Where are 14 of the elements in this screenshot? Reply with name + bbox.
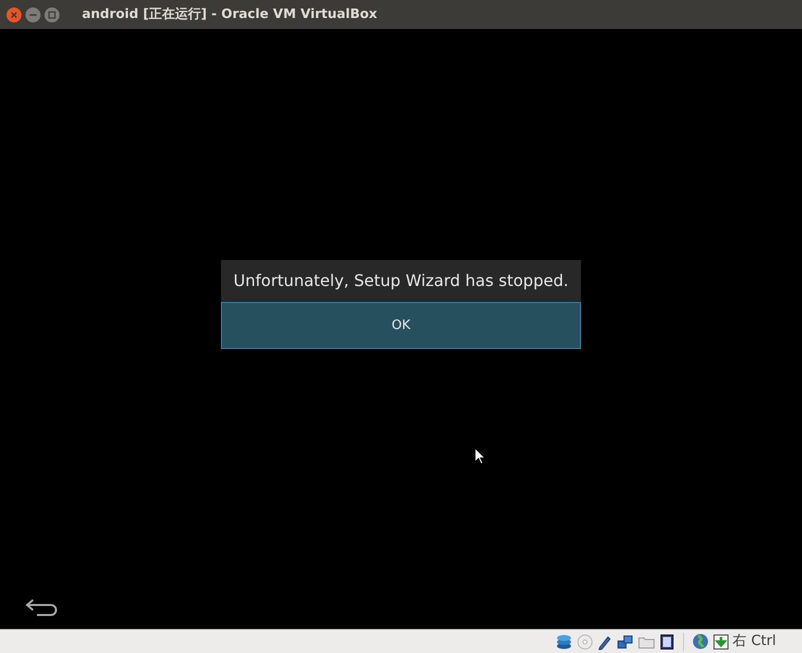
close-icon[interactable] [6,6,22,22]
ok-button[interactable]: OK [221,302,581,349]
window-title: android [正在运行] - Oracle VM VirtualBox [82,6,378,24]
back-icon[interactable] [24,597,59,617]
maximize-icon[interactable] [44,6,60,22]
chip-icon[interactable] [658,634,675,650]
host-key-label: 右 Ctrl [732,632,776,651]
disk-icon[interactable] [554,632,573,650]
network-icon[interactable] [616,634,634,650]
globe-icon[interactable] [692,633,709,650]
cursor-icon [474,447,486,465]
dialog-message: Unfortunately, Setup Wizard has stopped. [232,270,570,292]
usb-pen-icon[interactable] [596,634,613,650]
minimize-icon[interactable] [25,6,41,22]
